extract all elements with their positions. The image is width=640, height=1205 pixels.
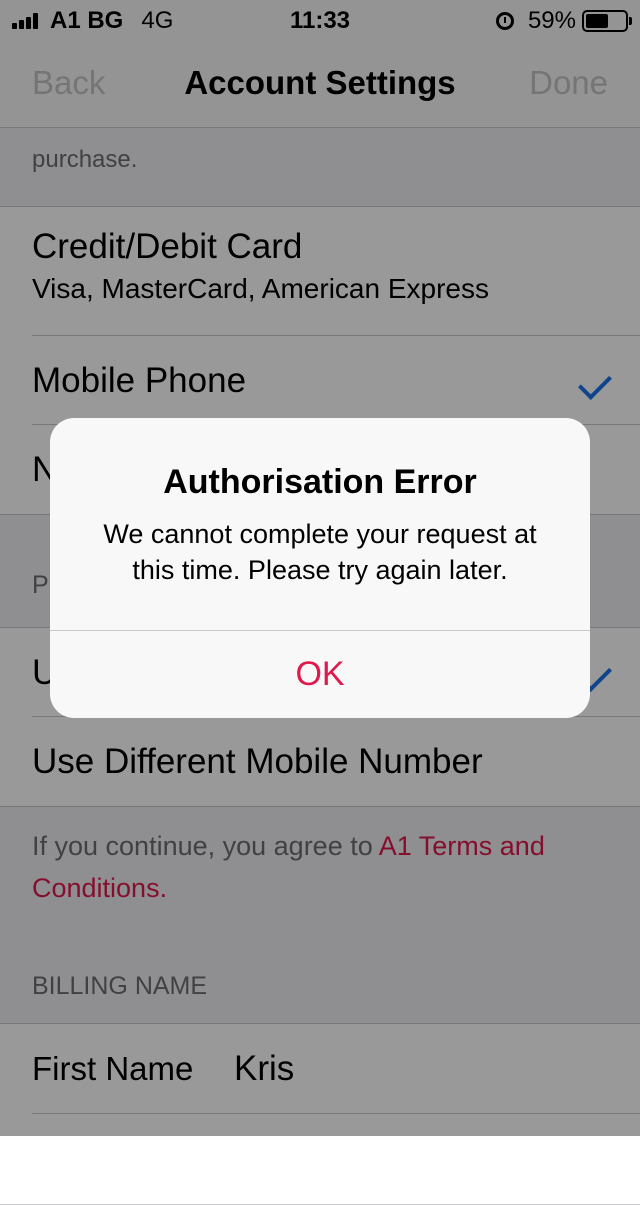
alert-title: Authorisation Error <box>163 463 477 501</box>
alert-message: We cannot complete your request at this … <box>103 519 537 585</box>
ok-button[interactable]: OK <box>50 631 590 718</box>
alert-dialog: Authorisation Error We cannot complete y… <box>50 418 590 718</box>
